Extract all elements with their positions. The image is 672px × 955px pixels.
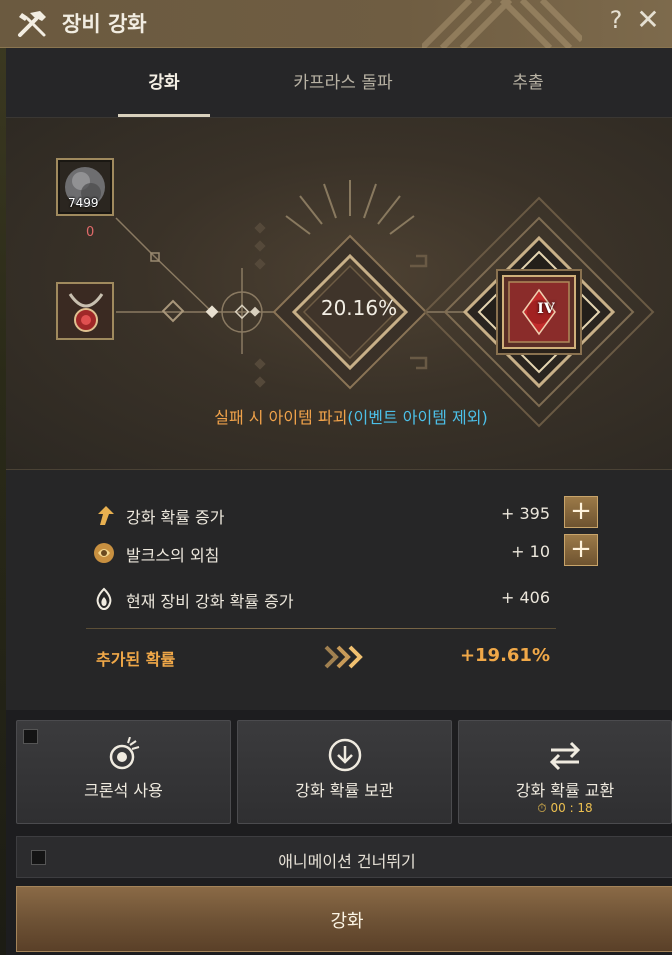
arrow-down-circle-icon bbox=[328, 738, 361, 772]
enhancement-window: 장비 강화 ? ✕ 강화 카프라스 돌파 추출 7499 0 20.16% IV… bbox=[0, 0, 672, 955]
chevrons-right-icon bbox=[324, 645, 363, 669]
equipment-slot[interactable] bbox=[56, 282, 114, 340]
material-count: 7499 bbox=[68, 196, 99, 210]
title-bar[interactable]: 장비 강화 ? ✕ bbox=[0, 0, 672, 48]
title-pattern bbox=[422, 0, 582, 48]
stat-label: 발크스의 외침 bbox=[126, 546, 220, 565]
added-chance-value: +19.61% bbox=[459, 645, 550, 666]
window-title: 장비 강화 bbox=[62, 12, 147, 36]
warning-note-text: (이벤트 아이템 제외) bbox=[347, 408, 488, 427]
exchange-cooldown: ⏱ 00 : 18 bbox=[459, 801, 671, 816]
tab-extract[interactable]: 추출 bbox=[482, 68, 574, 98]
valks-cry-icon bbox=[94, 543, 114, 563]
active-tab-indicator bbox=[118, 114, 210, 117]
material-used-count: 0 bbox=[86, 225, 95, 240]
enhance-button[interactable]: 강화 bbox=[16, 886, 672, 952]
hammer-icon bbox=[18, 11, 46, 37]
store-chance-button[interactable]: 강화 확률 보관 bbox=[237, 720, 452, 824]
stat-row-total-chance: 현재 장비 강화 확률 증가 + 406 bbox=[92, 584, 562, 614]
enhance-button-label: 강화 bbox=[330, 911, 364, 932]
destruction-warning: 실패 시 아이템 파괴(이벤트 아이템 제외) bbox=[6, 404, 672, 428]
add-valks-cry-button[interactable]: + bbox=[564, 534, 598, 566]
enhancement-panel: 7499 0 20.16% IV 실패 시 아이템 파괴(이벤트 아이템 제외) bbox=[6, 118, 672, 470]
tab-bar: 강화 카프라스 돌파 추출 bbox=[6, 48, 672, 118]
store-chance-label: 강화 확률 보관 bbox=[295, 781, 394, 800]
stat-value: + 395 bbox=[500, 504, 550, 523]
help-button[interactable]: ? bbox=[604, 6, 628, 34]
exchange-timer: 00 : 18 bbox=[550, 801, 593, 815]
flame-icon bbox=[96, 587, 112, 611]
target-grade: IV bbox=[537, 301, 555, 317]
close-button[interactable]: ✕ bbox=[634, 3, 662, 36]
exchange-chance-button[interactable]: 강화 확률 교환 ⏱ 00 : 18 bbox=[458, 720, 672, 824]
cron-stone-icon bbox=[109, 737, 139, 770]
timer-icon: ⏱ bbox=[537, 801, 547, 815]
material-slot[interactable]: 7499 bbox=[56, 158, 114, 216]
stat-row-valks-cry: 발크스의 외침 + 10 bbox=[92, 538, 562, 568]
exchange-chance-label: 강화 확률 교환 bbox=[515, 781, 615, 800]
swap-arrows-icon bbox=[549, 741, 581, 771]
stat-value: + 406 bbox=[500, 588, 550, 607]
use-cron-stone-label: 크론석 사용 bbox=[84, 781, 163, 800]
light-rays-decoration bbox=[285, 180, 415, 235]
stats-divider bbox=[86, 628, 556, 629]
stat-row-enhance-chance: 강화 확률 증가 + 395 bbox=[92, 500, 562, 530]
stat-label: 강화 확률 증가 bbox=[126, 508, 225, 527]
skip-animation-label: 애니메이션 건너뛰기 bbox=[278, 852, 416, 871]
tab-caphras[interactable]: 카프라스 돌파 bbox=[268, 68, 418, 98]
stat-value: + 10 bbox=[511, 542, 550, 561]
necklace-icon bbox=[58, 284, 112, 338]
tab-enhance[interactable]: 강화 bbox=[118, 68, 210, 98]
cron-stone-checkbox[interactable] bbox=[23, 729, 38, 744]
added-chance-label: 추가된 확률 bbox=[96, 650, 176, 669]
use-cron-stone-button[interactable]: 크론석 사용 bbox=[16, 720, 231, 824]
add-enhance-chance-button[interactable]: + bbox=[564, 496, 598, 528]
stat-label: 현재 장비 강화 확률 증가 bbox=[126, 592, 294, 611]
success-rate: 20.16% bbox=[320, 296, 398, 320]
warning-main-text: 실패 시 아이템 파괴 bbox=[214, 408, 348, 427]
arrow-up-icon bbox=[98, 506, 114, 525]
skip-animation-option[interactable]: 애니메이션 건너뛰기 bbox=[16, 836, 672, 878]
